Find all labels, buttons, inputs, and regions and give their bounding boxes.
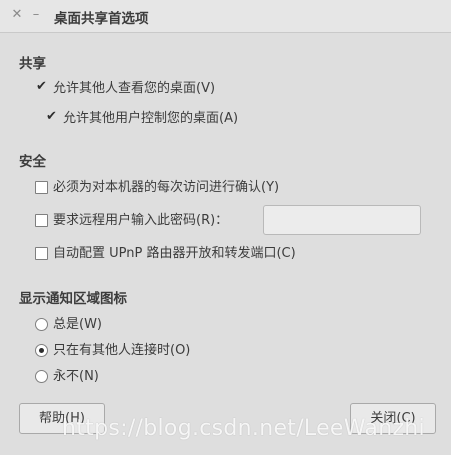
require-password-label: 要求远程用户输入此密码(R)： [53,213,229,228]
radio-unselected-icon[interactable] [35,370,48,383]
allow-view-label: 允许其他人查看您的桌面(V) [53,81,216,96]
notify-never-label: 永不(N) [53,369,99,384]
checkbox-unchecked-icon[interactable] [35,181,48,194]
upnp-label: 自动配置 UPnP 路由器开放和转发端口(C) [53,246,296,261]
security-heading: 安全 [19,154,46,170]
close-icon[interactable]: ✕ [9,6,25,24]
sharing-heading: 共享 [19,56,46,72]
notify-always-label: 总是(W) [53,317,102,332]
title-bar: ✕ – 桌面共享首选项 [0,0,451,33]
watermark: https://blog.csdn.net/LeeWanzhi [62,416,425,441]
notify-heading: 显示通知区域图标 [19,291,127,307]
confirm-each-label: 必须为对本机器的每次访问进行确认(Y) [53,180,280,195]
password-input[interactable] [263,205,421,235]
checkbox-unchecked-icon[interactable] [35,214,48,227]
checkbox-checked-icon[interactable] [45,109,58,125]
checkbox-checked-icon[interactable] [35,79,48,95]
notify-connected-label: 只在有其他人连接时(O) [53,343,191,358]
window-title: 桌面共享首选项 [54,11,149,27]
checkbox-unchecked-icon[interactable] [35,247,48,260]
radio-selected-icon[interactable] [35,344,48,357]
radio-unselected-icon[interactable] [35,318,48,331]
minimize-icon[interactable]: – [28,6,44,24]
allow-control-label: 允许其他用户控制您的桌面(A) [63,111,239,126]
